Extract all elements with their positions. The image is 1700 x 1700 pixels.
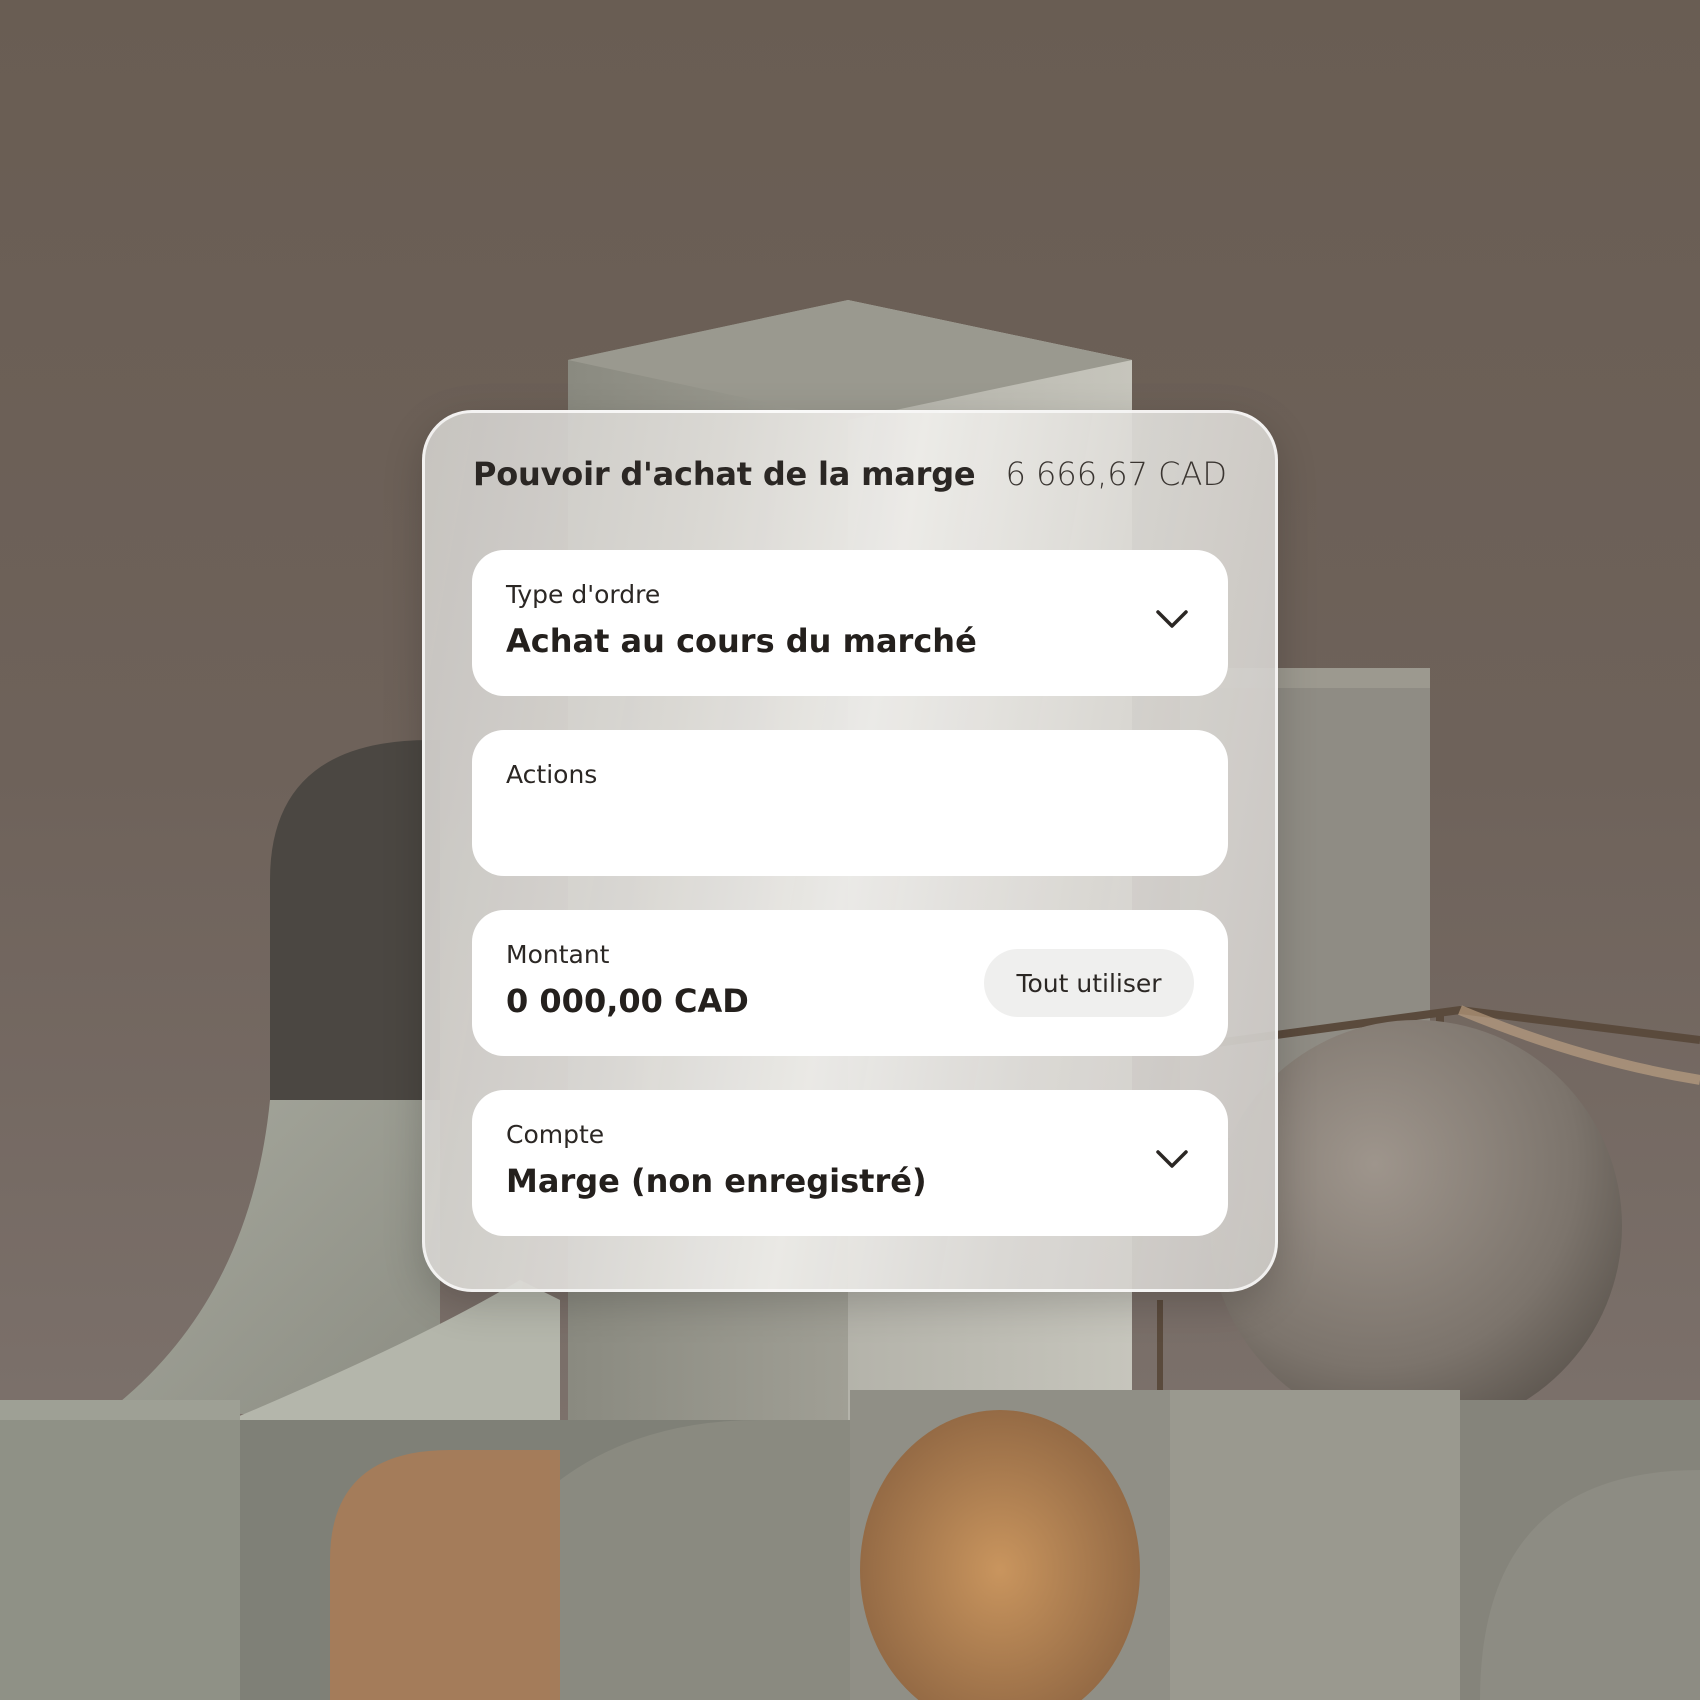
- amount-label: Montant: [506, 940, 610, 969]
- account-value: Marge (non enregistré): [506, 1162, 927, 1200]
- buying-power-title: Pouvoir d'achat de la marge: [473, 455, 976, 493]
- shares-label: Actions: [506, 760, 598, 789]
- order-type-select[interactable]: Type d'ordre Achat au cours du marché: [472, 550, 1228, 696]
- account-select[interactable]: Compte Marge (non enregistré): [472, 1090, 1228, 1236]
- shares-input[interactable]: Actions: [472, 730, 1228, 876]
- order-panel: Pouvoir d'achat de la marge 6 666,67 CAD…: [422, 410, 1278, 1292]
- amount-value: 0 000,00 CAD: [506, 982, 749, 1020]
- chevron-down-icon: [1156, 610, 1188, 628]
- order-type-label: Type d'ordre: [506, 580, 661, 609]
- use-all-button[interactable]: Tout utiliser: [984, 949, 1194, 1017]
- account-label: Compte: [506, 1120, 605, 1149]
- order-type-value: Achat au cours du marché: [506, 622, 977, 660]
- amount-input[interactable]: Montant 0 000,00 CAD Tout utiliser: [472, 910, 1228, 1056]
- chevron-down-icon: [1156, 1150, 1188, 1168]
- buying-power-value: 6 666,67 CAD: [1005, 455, 1227, 493]
